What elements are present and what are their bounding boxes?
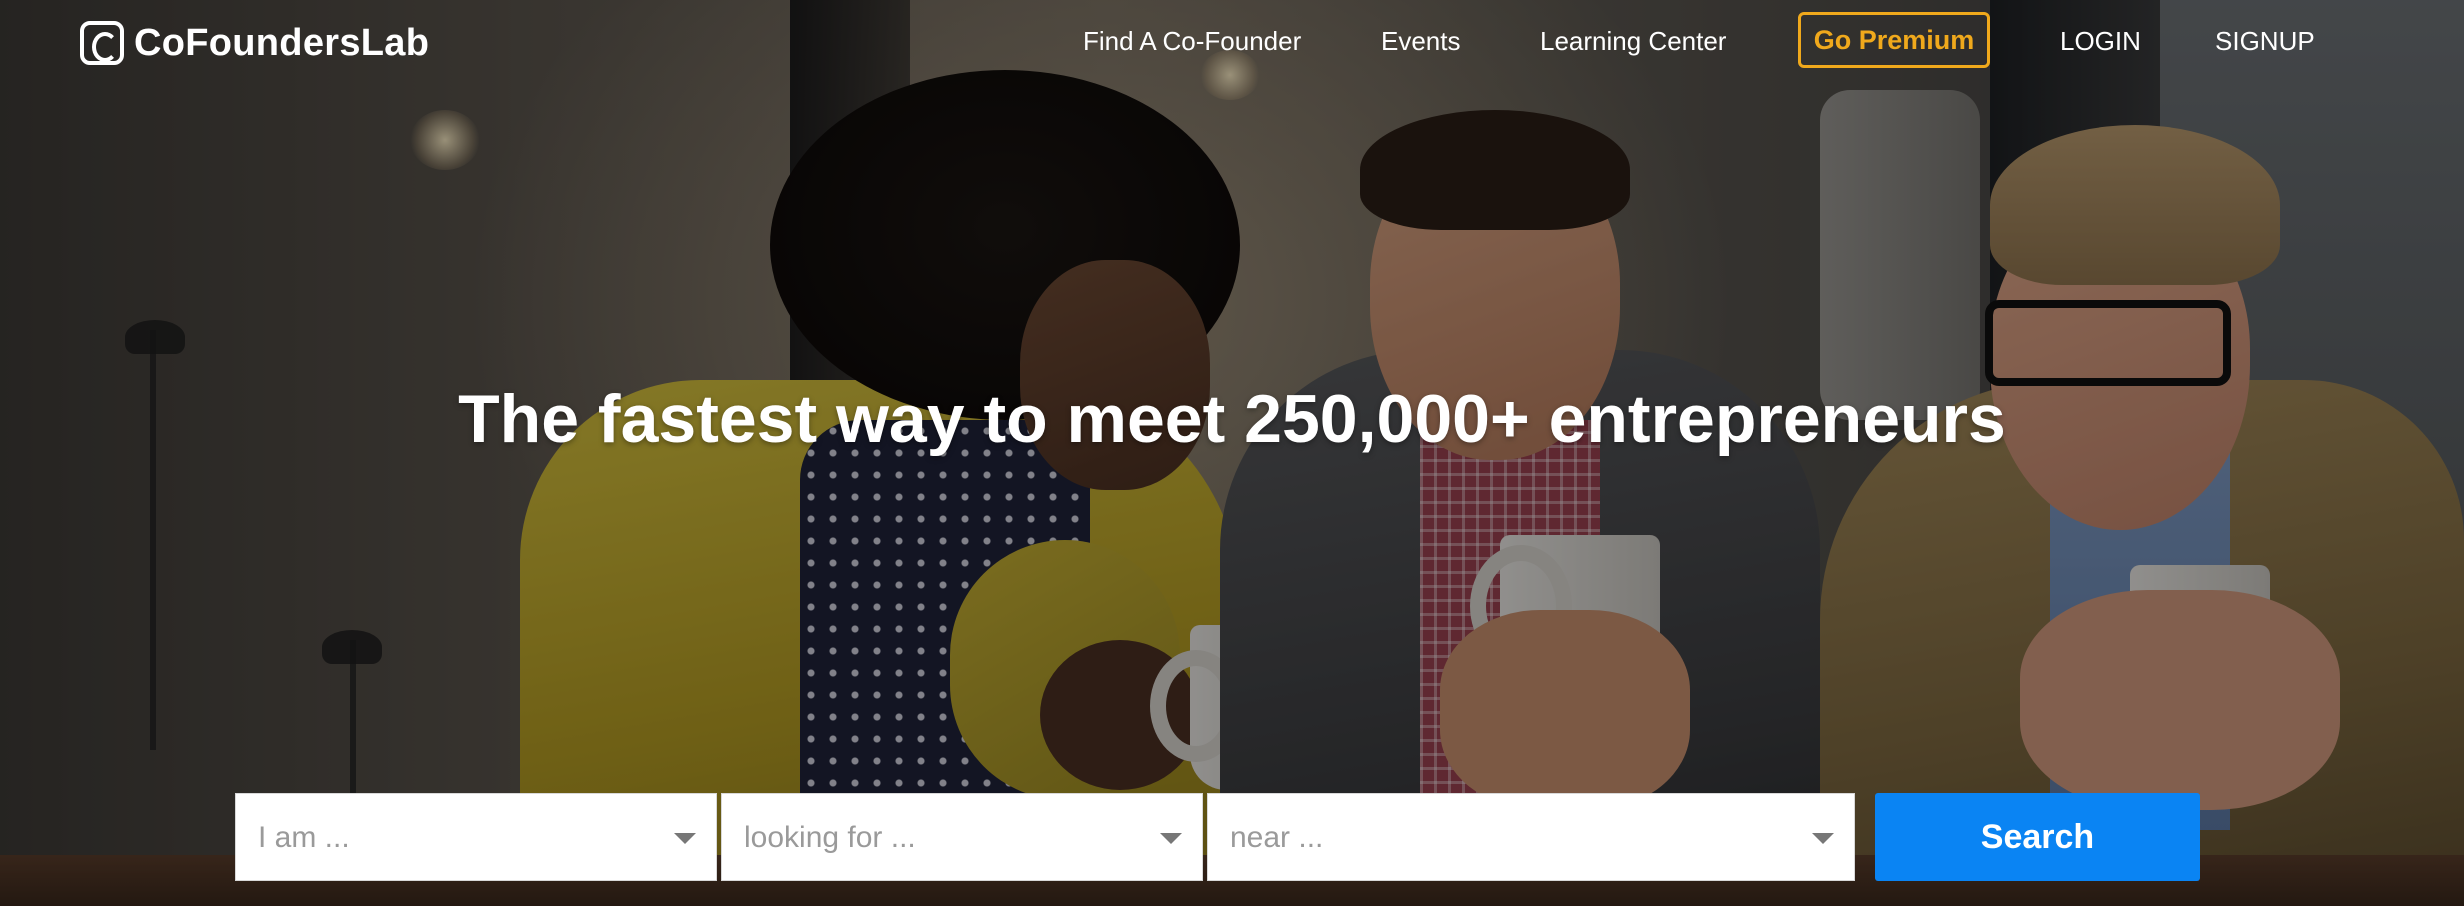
- i-am-select-placeholder: I am ...: [258, 821, 350, 854]
- cofounder-search-bar: I am ... looking for ... near ... Search: [235, 793, 2200, 881]
- hero-headline: The fastest way to meet 250,000+ entrepr…: [458, 381, 2006, 457]
- near-location-select[interactable]: near ...: [1207, 793, 1855, 881]
- search-button[interactable]: Search: [1875, 793, 2200, 881]
- login-link[interactable]: LOGIN: [2060, 24, 2141, 58]
- caret-down-icon: [1160, 833, 1182, 844]
- caret-down-icon: [1812, 833, 1834, 844]
- brand-name: CoFoundersLab: [134, 21, 430, 64]
- go-premium-button[interactable]: Go Premium: [1798, 12, 1990, 68]
- top-navigation: CoFoundersLab Find A Co-Founder Events L…: [0, 0, 2464, 82]
- nav-events-link[interactable]: Events: [1381, 24, 1461, 58]
- i-am-select[interactable]: I am ...: [235, 793, 717, 881]
- nav-find-cofounder-link[interactable]: Find A Co-Founder: [1083, 24, 1301, 58]
- signup-link[interactable]: SIGNUP: [2215, 24, 2315, 58]
- near-select-placeholder: near ...: [1230, 821, 1324, 854]
- nav-learning-center-link[interactable]: Learning Center: [1540, 24, 1726, 58]
- cofounderslab-c-logo-icon: [80, 21, 124, 65]
- hero-section: CoFoundersLab Find A Co-Founder Events L…: [0, 0, 2464, 906]
- looking-for-select[interactable]: looking for ...: [721, 793, 1203, 881]
- brand-logo[interactable]: CoFoundersLab: [80, 15, 429, 71]
- looking-for-select-placeholder: looking for ...: [744, 821, 916, 854]
- caret-down-icon: [674, 833, 696, 844]
